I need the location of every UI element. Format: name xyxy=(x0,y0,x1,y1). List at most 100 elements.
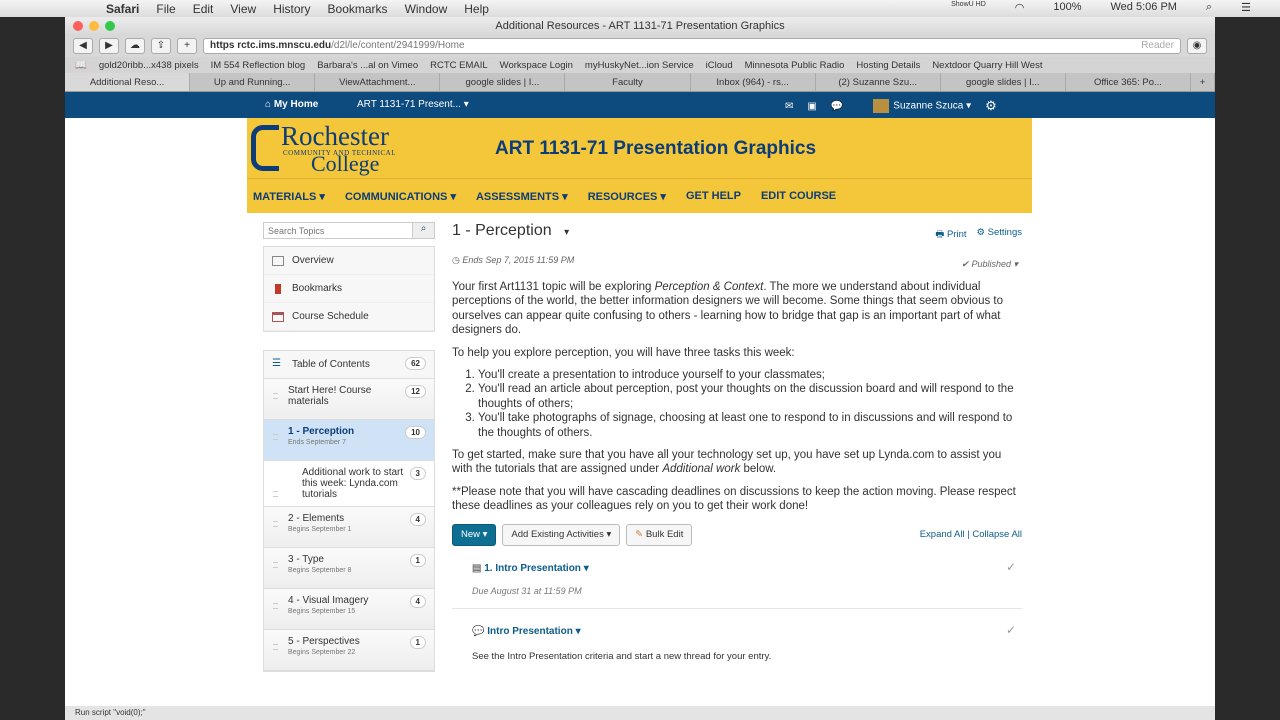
browser-tab[interactable]: Faculty xyxy=(565,73,691,91)
forward-button[interactable]: ▶ xyxy=(99,38,119,54)
nav-materials[interactable]: MATERIALS ▾ xyxy=(253,190,325,203)
gear-icon[interactable]: ⚙ xyxy=(985,98,997,114)
search-topics: ⌕ xyxy=(263,222,435,239)
menu-edit[interactable]: Edit xyxy=(193,2,214,16)
nav-assessments[interactable]: ASSESSMENTS ▾ xyxy=(476,190,568,203)
update-alerts-icon[interactable]: ▣ xyxy=(807,101,816,112)
module-item[interactable]: 4 - Visual Imagery Begins September 15 4 xyxy=(264,589,434,630)
notifications-icon[interactable]: ☰ xyxy=(1241,1,1251,14)
user-menu[interactable]: Suzanne Szuca ▾ xyxy=(873,99,971,113)
spotlight-icon[interactable]: ⌕ xyxy=(1206,1,1212,14)
reader-button[interactable]: Reader xyxy=(1141,39,1174,53)
college-logo: Rochester COMMUNITY AND TECHNICAL College xyxy=(251,121,407,176)
collapse-all-link[interactable]: Collapse All xyxy=(972,529,1022,540)
table-of-contents[interactable]: ☰ Table of Contents 62 xyxy=(264,351,434,379)
my-home-link[interactable]: ⌂ My Home xyxy=(265,99,318,110)
bookmark-item[interactable]: myHuskyNet...ion Service xyxy=(585,60,694,71)
module-item-selected[interactable]: 1 - Perception Ends September 7 10 xyxy=(264,420,434,461)
clock[interactable]: Wed 5:06 PM xyxy=(1111,1,1177,14)
back-button[interactable]: ◀ xyxy=(73,38,93,54)
menu-app[interactable]: Safari xyxy=(106,2,139,16)
browser-tab[interactable]: google slides | I... xyxy=(941,73,1066,91)
bookmark-item[interactable]: IM 554 Reflection blog xyxy=(211,60,306,71)
sidebar-item-schedule[interactable]: Course Schedule xyxy=(264,303,434,331)
drag-handle[interactable] xyxy=(273,491,278,497)
module-item[interactable]: Start Here! Course materials 12 xyxy=(264,379,434,420)
drag-handle[interactable] xyxy=(273,562,278,568)
browser-tab[interactable]: ViewAttachment... xyxy=(315,73,441,91)
new-button[interactable]: New ▾ xyxy=(452,523,497,546)
bookmark-item[interactable]: gold20ribb...x438 pixels xyxy=(99,60,199,71)
bookmark-item[interactable]: iCloud xyxy=(706,60,733,71)
new-tab-button[interactable]: + xyxy=(177,38,197,54)
bulk-edit-button[interactable]: ✎ Bulk Edit xyxy=(626,523,693,546)
search-input[interactable] xyxy=(264,223,412,238)
course-selector[interactable]: ART 1131-71 Present... ▾ xyxy=(357,99,469,110)
battery-status[interactable]: 100% xyxy=(1053,1,1081,14)
icloud-tabs-icon[interactable]: ☁ xyxy=(125,38,145,54)
add-tab-button[interactable]: + xyxy=(1191,73,1215,91)
nav-get-help[interactable]: GET HELP xyxy=(686,190,741,202)
submodule-item[interactable]: Additional work to start this week: Lynd… xyxy=(264,461,434,507)
sidebar-item-overview[interactable]: Overview xyxy=(264,247,434,275)
settings-button[interactable]: ⚙ Settings xyxy=(977,227,1022,243)
drag-handle[interactable] xyxy=(273,603,278,609)
browser-tab[interactable]: Inbox (964) - rs... xyxy=(691,73,816,91)
add-existing-activities-button[interactable]: Add Existing Activities ▾ xyxy=(502,523,621,546)
nav-communications[interactable]: COMMUNICATIONS ▾ xyxy=(345,190,456,203)
bookmark-item[interactable]: Nextdoor Quarry Hill West xyxy=(932,60,1042,71)
bookmark-item[interactable]: Hosting Details xyxy=(856,60,920,71)
bookmark-item[interactable]: Minnesota Public Radio xyxy=(745,60,845,71)
address-bar[interactable]: https rctc.ims.mnscu.edu/d2l/le/content/… xyxy=(203,38,1181,54)
wifi-icon[interactable]: ◠ xyxy=(1015,1,1025,14)
activity-link[interactable]: ▤ 1. Intro Presentation ▾ xyxy=(472,563,589,574)
published-status[interactable]: ✔ Published ▾ xyxy=(961,259,1018,270)
module-item[interactable]: 5 - Perspectives Begins September 22 1 xyxy=(264,630,434,671)
subscription-alerts-icon[interactable]: 💬 xyxy=(831,101,843,112)
sidebar-item-bookmarks[interactable]: Bookmarks xyxy=(264,275,434,303)
activity-item: 💬 Intro Presentation ▾ ✓ See the Intro P… xyxy=(472,622,1016,662)
drag-handle[interactable] xyxy=(273,644,278,650)
pencil-icon: ✎ xyxy=(635,528,646,540)
expand-all-link[interactable]: Expand All xyxy=(920,529,965,540)
menu-history[interactable]: History xyxy=(273,2,310,16)
course-banner: Rochester COMMUNITY AND TECHNICAL College … xyxy=(247,118,1032,178)
avatar xyxy=(873,99,890,113)
zoom-window-button[interactable] xyxy=(105,21,115,31)
menu-window[interactable]: Window xyxy=(405,2,448,16)
close-window-button[interactable] xyxy=(73,21,83,31)
reading-list-icon[interactable]: 📖 xyxy=(75,60,87,71)
nav-edit-course[interactable]: EDIT COURSE xyxy=(761,190,836,202)
activity-link[interactable]: 💬 Intro Presentation ▾ xyxy=(472,626,581,637)
overview-icon xyxy=(272,255,284,266)
menu-view[interactable]: View xyxy=(230,2,256,16)
showu-status[interactable]: ShowU HD xyxy=(951,1,986,14)
drag-handle[interactable] xyxy=(273,393,278,399)
status-bar: Run script "void(0);" xyxy=(65,706,1215,720)
browser-tab[interactable]: google slides | I... xyxy=(440,73,566,91)
menu-help[interactable]: Help xyxy=(464,2,489,16)
share-icon[interactable]: ⇪ xyxy=(151,38,171,54)
print-button[interactable]: 🖶 Print xyxy=(935,227,966,243)
browser-tab[interactable]: Up and Running... xyxy=(190,73,316,91)
menu-file[interactable]: File xyxy=(156,2,175,16)
search-icon[interactable]: ⌕ xyxy=(412,223,434,238)
module-item[interactable]: 3 - Type Begins September 81 xyxy=(264,548,434,589)
drag-handle[interactable] xyxy=(273,434,278,440)
drag-handle[interactable] xyxy=(273,521,278,527)
browser-tab[interactable]: (2) Suzanne Szu... xyxy=(816,73,941,91)
bookmark-item[interactable]: Workspace Login xyxy=(500,60,573,71)
browser-tab[interactable]: Additional Reso... xyxy=(65,73,191,91)
browser-tab[interactable]: Office 365: Po... xyxy=(1066,73,1191,91)
nav-resources[interactable]: RESOURCES ▾ xyxy=(588,190,666,203)
bookmark-item[interactable]: Barbara's ...al on Vimeo xyxy=(317,60,418,71)
message-alerts-icon[interactable]: ✉ xyxy=(785,101,793,112)
module-item[interactable]: 2 - Elements Begins September 14 xyxy=(264,507,434,548)
menu-bookmarks[interactable]: Bookmarks xyxy=(328,2,388,16)
window-titlebar: Additional Resources - ART 1131-71 Prese… xyxy=(65,17,1215,35)
minimize-window-button[interactable] xyxy=(89,21,99,31)
bookmark-item[interactable]: RCTC EMAIL xyxy=(430,60,488,71)
discussion-icon: 💬 xyxy=(472,625,488,637)
downloads-icon[interactable]: ◉ xyxy=(1187,38,1207,54)
home-icon: ⌂ xyxy=(265,99,274,110)
